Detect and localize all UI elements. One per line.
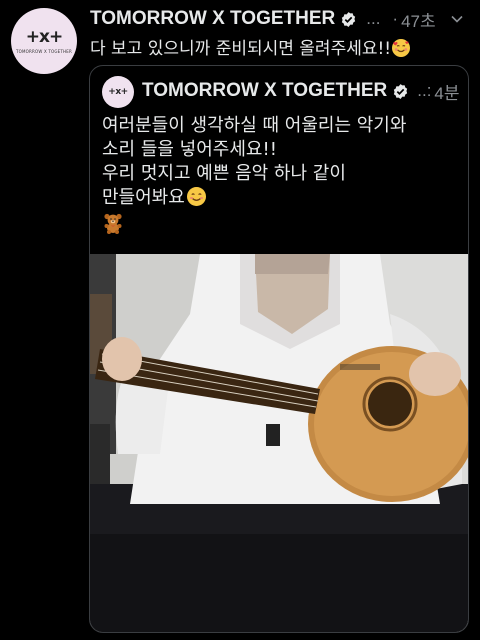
tweet-header: TOMORROW X TOGETHER ... · 47초 — [90, 6, 470, 32]
quoted-text: 여러분들이 생각하실 때 어울리는 악기와 소리 들을 넣어주세요!! 우리 멋… — [102, 114, 452, 234]
quoted-text-line: 여러분들이 생각하실 때 어울리는 악기와 — [102, 115, 407, 136]
quoted-text-line-content: 만들어봐요 — [102, 187, 185, 208]
handle-truncated[interactable]: ... — [366, 9, 380, 29]
quoted-avatar-logo: +x+ — [108, 87, 128, 97]
quoted-handle-truncated: ..: — [417, 81, 432, 100]
verified-badge-icon — [394, 83, 408, 99]
quoted-text-line: 만들어봐요 — [102, 186, 452, 210]
quoted-display-name: TOMORROW X TOGETHER — [142, 80, 388, 101]
quoted-header: TOMORROW X TOGETHER ..: 4분 — [142, 78, 460, 104]
timestamp[interactable]: 47초 — [401, 7, 436, 32]
quoted-text-line: 소리 들을 넣어주세요!! — [102, 139, 277, 160]
quoted-text-line: 우리 멋지고 예쁜 음악 하나 같이 — [102, 163, 346, 184]
display-name[interactable]: TOMORROW X TOGETHER — [90, 8, 335, 30]
quoted-avatar: +x+ — [102, 76, 134, 108]
profile-avatar[interactable]: +x+ TOMORROW X TOGETHER — [11, 8, 77, 74]
avatar-logo: +x+ — [25, 26, 63, 47]
smiling-face-with-hearts-emoji — [392, 39, 411, 57]
smiling-face-emoji — [186, 187, 206, 206]
video-thumbnail[interactable] — [90, 254, 468, 632]
tweet-text-content: 다 보고 있으니까 준비되시면 올려주세요!! — [90, 39, 392, 59]
verified-badge-icon — [342, 11, 356, 27]
guitar-player-image — [90, 254, 468, 632]
teddy-bear-emoji — [104, 213, 122, 234]
avatar-subtitle: TOMORROW X TOGETHER — [16, 48, 72, 54]
quoted-timestamp: 4분 — [434, 83, 460, 103]
quoted-tweet-card[interactable]: +x+ TOMORROW X TOGETHER ..: 4분 여러분들이 생각하… — [89, 65, 469, 633]
more-chevron-icon[interactable] — [450, 12, 464, 26]
tweet-text: 다 보고 있으니까 준비되시면 올려주세요!! — [90, 34, 470, 59]
separator-dot: · — [392, 9, 399, 28]
tweet[interactable]: +x+ TOMORROW X TOGETHER TOMORROW X TOGET… — [0, 0, 480, 640]
